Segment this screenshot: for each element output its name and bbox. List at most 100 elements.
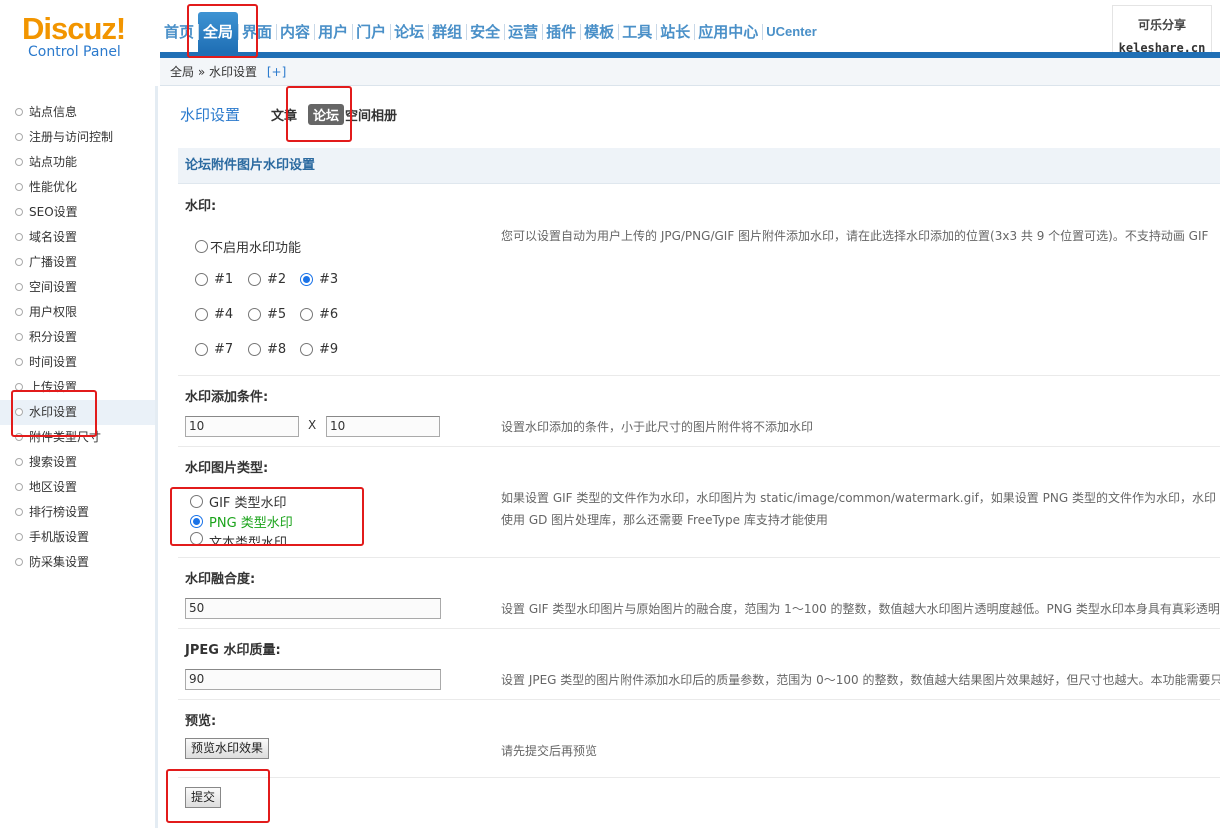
sidebar-item-space[interactable]: 空间设置 (0, 275, 155, 300)
radio-pos-1[interactable]: #1 (195, 272, 233, 287)
type-desc-line1: 如果设置 GIF 类型的文件作为水印，水印图片为 static/image/co… (501, 491, 1216, 505)
radio-label: #3 (319, 272, 339, 287)
radio-pos-6[interactable]: #6 (300, 307, 338, 322)
page-title: 水印设置 (180, 106, 241, 124)
divider (178, 699, 1220, 700)
nav-content[interactable]: 内容 (276, 12, 314, 52)
radio-pos-4[interactable]: #4 (195, 307, 233, 322)
sidebar-item-register-access[interactable]: 注册与访问控制 (0, 125, 155, 150)
radio-label: 不启用水印功能 (210, 241, 302, 256)
breadcrumb-root[interactable]: 全局 (170, 65, 194, 79)
jpeg-quality-desc: 设置 JPEG 类型的图片附件添加水印后的质量参数，范围为 0～100 的整数，… (501, 673, 1220, 687)
sidebar-item-search[interactable]: 搜索设置 (0, 450, 155, 475)
nav-templates[interactable]: 模板 (580, 12, 618, 52)
radio-label: #1 (214, 272, 234, 287)
radio-circle[interactable] (300, 343, 313, 356)
radio-label: GIF 类型水印 (209, 496, 287, 511)
sidebar-menu: 站点信息 注册与访问控制 站点功能 性能优化 SEO设置 域名设置 广播设置 空… (0, 100, 155, 575)
tab-forum[interactable]: 论坛 (308, 104, 345, 125)
watermark-position-label: 水印: (185, 199, 217, 214)
radio-circle[interactable] (248, 273, 261, 286)
jpeg-quality-input[interactable]: 90 (185, 669, 441, 690)
nav-global[interactable]: 全局 (198, 12, 239, 52)
radio-circle[interactable] (190, 495, 203, 508)
radio-pos-7[interactable]: #7 (195, 342, 233, 357)
submit-button[interactable]: 提交 (185, 787, 222, 808)
radio-type-png[interactable]: PNG 类型水印 (190, 512, 293, 531)
radio-label: #6 (319, 307, 339, 322)
preview-watermark-button[interactable]: 预览水印效果 (185, 738, 270, 759)
condition-width-input[interactable]: 10 (185, 416, 299, 437)
sidebar-item-broadcast[interactable]: 广播设置 (0, 250, 155, 275)
sidebar-item-performance[interactable]: 性能优化 (0, 175, 155, 200)
tab-article[interactable]: 文章 (266, 104, 302, 125)
sidebar-item-site-info[interactable]: 站点信息 (0, 100, 155, 125)
radio-circle[interactable] (195, 273, 208, 286)
divider (178, 777, 1220, 778)
nav-tools[interactable]: 工具 (618, 12, 656, 52)
nav-plugins[interactable]: 插件 (542, 12, 580, 52)
sidebar-item-upload[interactable]: 上传设置 (0, 375, 155, 400)
radio-type-gif[interactable]: GIF 类型水印 (190, 492, 287, 511)
sidebar-item-site-features[interactable]: 站点功能 (0, 150, 155, 175)
sidebar-item-mobile[interactable]: 手机版设置 (0, 525, 155, 550)
nav-home[interactable]: 首页 (160, 12, 198, 52)
sidebar-item-user-permissions[interactable]: 用户权限 (0, 300, 155, 325)
nav-ucenter[interactable]: UCenter (762, 12, 821, 52)
nav-app-center[interactable]: 应用中心 (694, 12, 762, 52)
add-shortcut-link[interactable]: [+] (267, 65, 286, 79)
sidebar-item-seo[interactable]: SEO设置 (0, 200, 155, 225)
watermark-position-desc: 您可以设置自动为用户上传的 JPG/PNG/GIF 图片附件添加水印，请在此选择… (501, 229, 1209, 243)
radio-disable-watermark[interactable]: 不启用水印功能 (195, 237, 301, 256)
sidebar-item-ranking[interactable]: 排行榜设置 (0, 500, 155, 525)
blend-label: 水印融合度: (185, 572, 256, 587)
radio-pos-2[interactable]: #2 (248, 272, 286, 287)
divider (178, 375, 1220, 376)
logo-brand: Discuz! (22, 11, 126, 46)
radio-circle[interactable] (195, 308, 208, 321)
radio-label: #7 (214, 342, 234, 357)
radio-label: #5 (267, 307, 287, 322)
nav-operations[interactable]: 运营 (504, 12, 542, 52)
discuz-logo[interactable]: Discuz! Control Panel (22, 11, 132, 61)
radio-pos-9[interactable]: #9 (300, 342, 338, 357)
radio-circle[interactable] (248, 308, 261, 321)
nav-webmaster[interactable]: 站长 (656, 12, 694, 52)
radio-circle[interactable] (195, 240, 208, 253)
top-navigation: 首页 全局 界面 内容 用户 门户 论坛 群组 安全 运营 插件 模板 工具 站… (160, 12, 821, 52)
radio-circle[interactable] (300, 273, 313, 286)
radio-circle[interactable] (195, 343, 208, 356)
nav-portal[interactable]: 门户 (352, 12, 390, 52)
sidebar-item-attachment-types[interactable]: 附件类型尺寸 (0, 425, 155, 450)
condition-height-input[interactable]: 10 (326, 416, 440, 437)
radio-pos-5[interactable]: #5 (248, 307, 286, 322)
radio-circle[interactable] (300, 308, 313, 321)
radio-circle[interactable] (190, 515, 203, 528)
radio-circle[interactable] (190, 532, 203, 544)
radio-circle[interactable] (248, 343, 261, 356)
nav-users[interactable]: 用户 (314, 12, 352, 52)
preview-label: 预览: (185, 714, 217, 729)
sidebar-item-watermark[interactable]: 水印设置 (0, 400, 155, 425)
radio-label: #2 (267, 272, 287, 287)
radio-type-text[interactable]: 文本类型水印 (190, 532, 287, 544)
nav-interface[interactable]: 界面 (238, 12, 276, 52)
sidebar-item-credits[interactable]: 积分设置 (0, 325, 155, 350)
nav-forum[interactable]: 论坛 (390, 12, 428, 52)
sidebar-item-anti-scraping[interactable]: 防采集设置 (0, 550, 155, 575)
radio-pos-3[interactable]: #3 (300, 272, 338, 287)
breadcrumb-current: 水印设置 (209, 65, 258, 79)
sidebar-item-region[interactable]: 地区设置 (0, 475, 155, 500)
radio-label: #9 (319, 342, 339, 357)
nav-security[interactable]: 安全 (466, 12, 504, 52)
sidebar-item-time[interactable]: 时间设置 (0, 350, 155, 375)
radio-pos-8[interactable]: #8 (248, 342, 286, 357)
blend-input[interactable]: 50 (185, 598, 441, 619)
sidebar-item-domain[interactable]: 域名设置 (0, 225, 155, 250)
nav-groups[interactable]: 群组 (428, 12, 466, 52)
divider (178, 446, 1220, 447)
condition-desc: 设置水印添加的条件，小于此尺寸的图片附件将不添加水印 (501, 420, 814, 434)
divider (178, 557, 1220, 558)
condition-label: 水印添加条件: (185, 390, 269, 405)
tab-space-album[interactable]: 空间相册 (340, 104, 402, 125)
